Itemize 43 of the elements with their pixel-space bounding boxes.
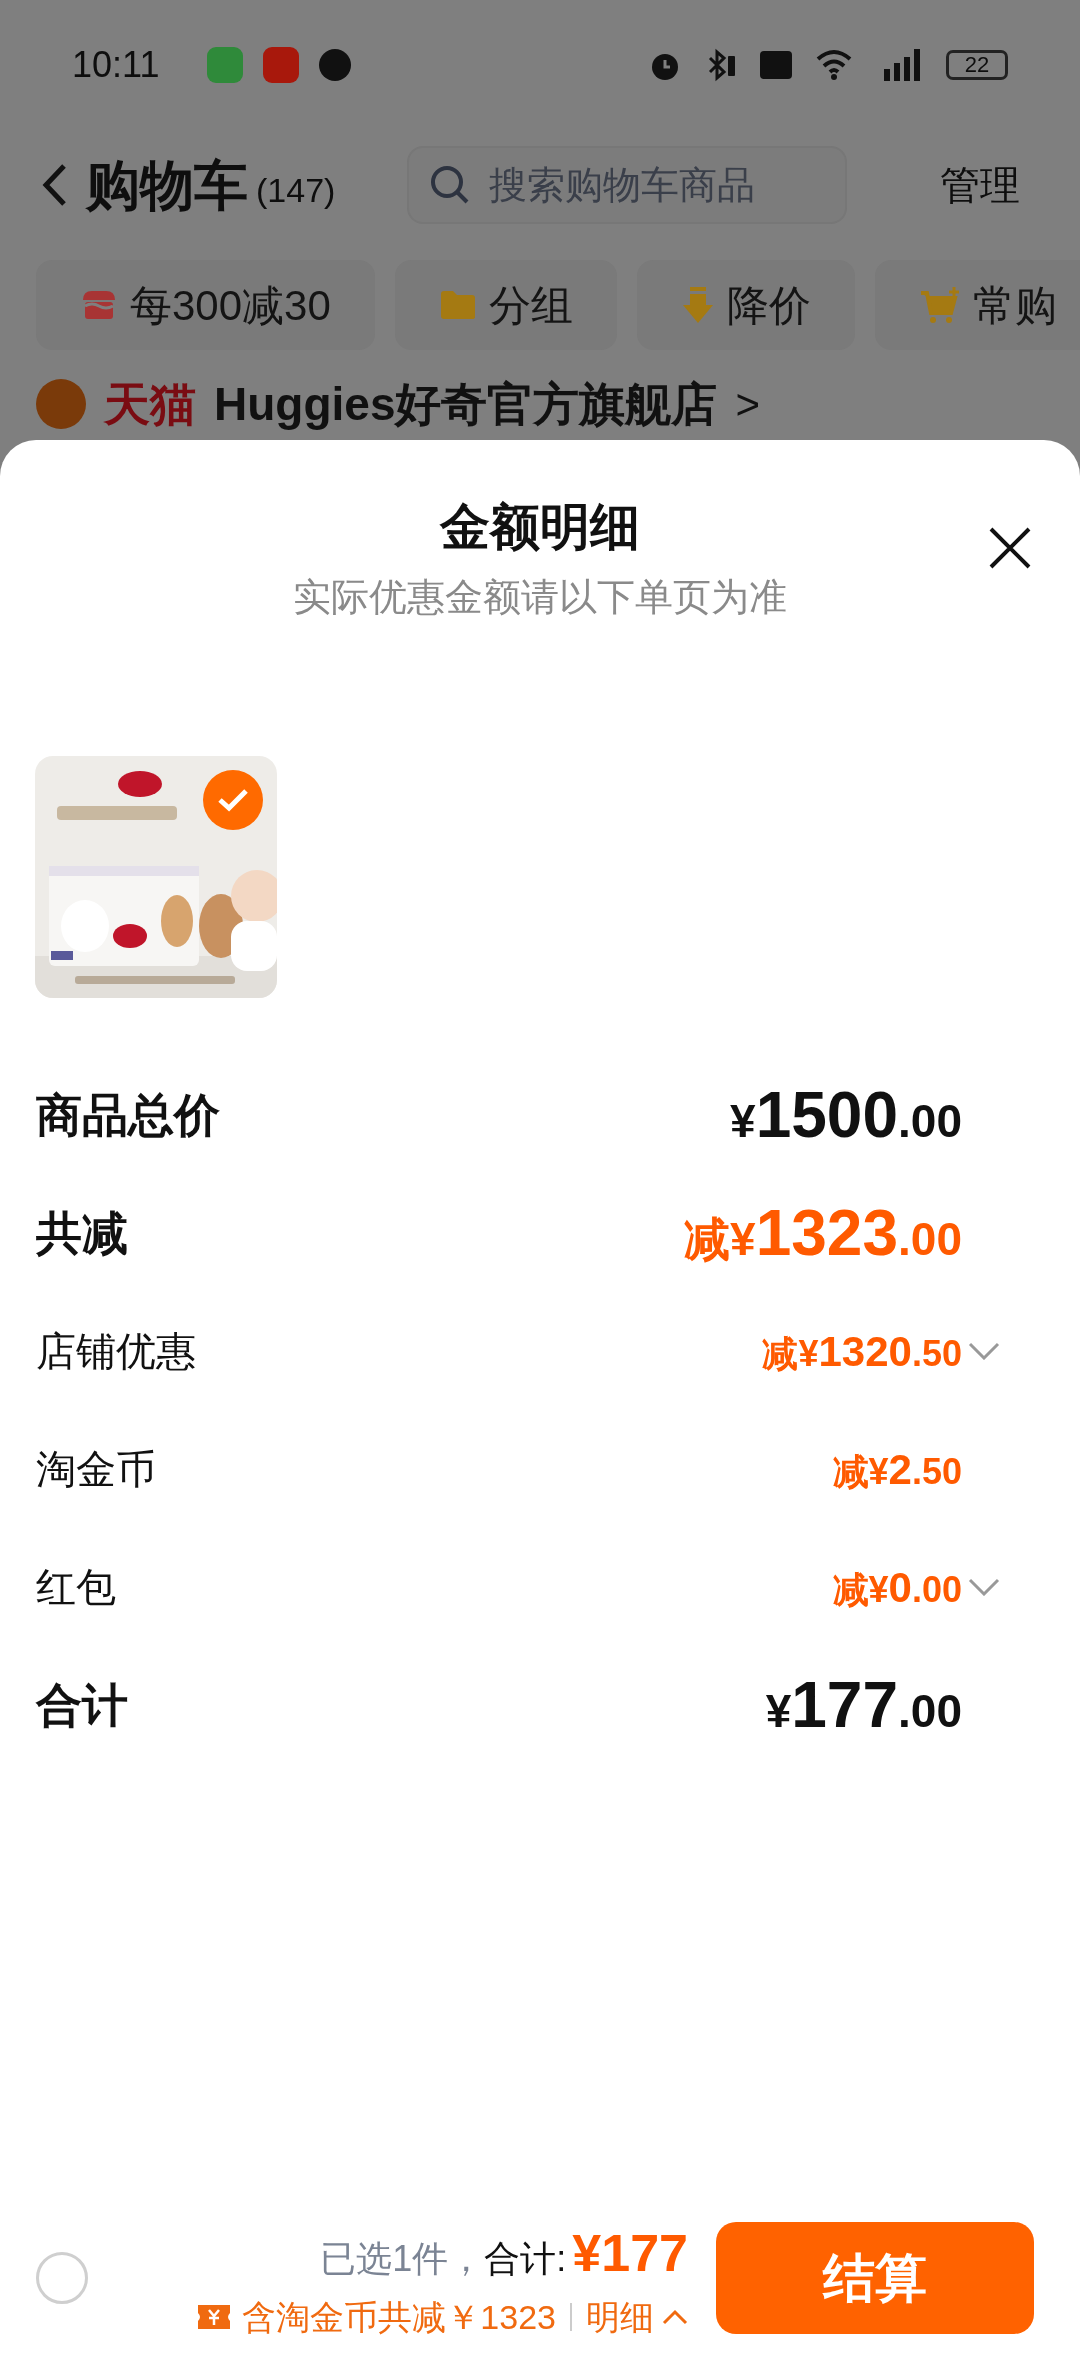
chevron-down-icon[interactable] [968,1342,1000,1360]
select-all-checkbox[interactable] [36,2252,88,2304]
close-icon [987,525,1033,571]
total-label: 合计: [484,2236,567,2281]
row-label: 合计 [36,1677,128,1733]
filter-chip[interactable]: 常购 [874,260,1080,350]
search-field[interactable]: 搜索购物车商品 [407,146,848,224]
sheet-title: 金额明细 [440,498,640,557]
selected-count: 已选1件， [320,2236,485,2281]
filter-chip[interactable]: 每300减30 [36,260,375,350]
store-icon [80,288,118,322]
cart-icon [918,285,961,325]
savings-text: 含淘金币共减￥1323 [242,2296,556,2338]
cart-count: (147) [256,169,336,211]
down-arrow-icon [680,285,715,325]
folder-icon [438,289,477,321]
row-label: 共减 [36,1205,128,1261]
manage-button[interactable]: 管理 [940,155,1020,215]
amount: 减¥1320.50 [762,1326,962,1377]
page-title: 购物车 [86,153,248,217]
shop-check-icon [36,379,86,429]
filter-chip[interactable]: 降价 [636,260,855,350]
app-icon [319,49,352,81]
total-amount: ¥177 [572,2222,688,2284]
row-label: 红包 [36,1564,116,1611]
sheet-subtitle: 实际优惠金额请以下单页为准 [293,575,787,620]
status-time: 10:11 [72,43,160,87]
details-link[interactable]: 明细 [586,2291,688,2343]
filter-chip[interactable]: 分组 [394,260,617,350]
amount: ¥177.00 [765,1668,962,1743]
checkout-button[interactable]: 结算 [716,2222,1034,2334]
row-label: 店铺优惠 [36,1328,196,1375]
amount: 减¥1323.00 [684,1196,962,1271]
shop-arrow: > [735,379,760,430]
row-label: 淘金币 [36,1446,156,1493]
amount: 减¥2.50 [832,1444,962,1495]
amount: ¥1500.00 [730,1078,962,1153]
row-label: 商品总价 [36,1087,220,1143]
battery-icon: 22 [946,50,1008,80]
chevron-down-icon[interactable] [968,1578,1000,1596]
shop-name: Huggies好奇官方旗舰店 [214,376,718,432]
shop-brand: 天猫 [104,376,196,432]
amount: 减¥0.00 [832,1562,962,1613]
